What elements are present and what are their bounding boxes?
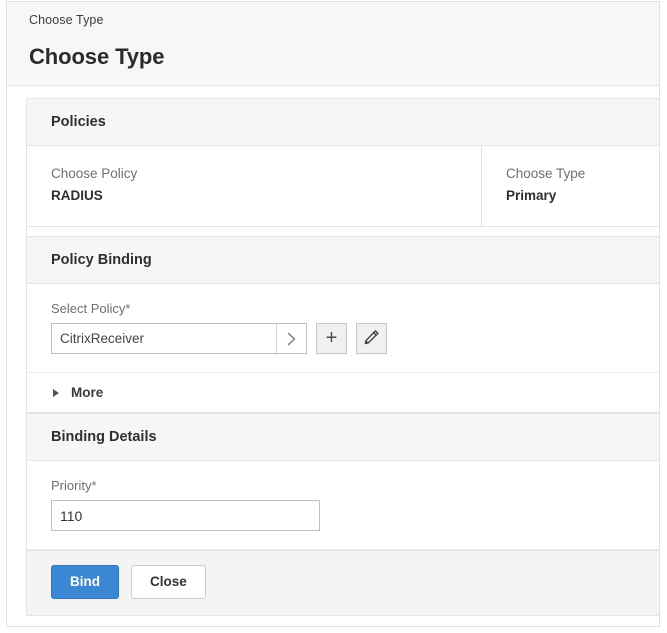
policies-section-header: Policies	[27, 98, 659, 146]
priority-input[interactable]	[51, 500, 320, 531]
select-policy-label: Select Policy*	[51, 301, 131, 316]
choose-type-cell: Choose Type Primary	[482, 146, 659, 226]
caret-right-icon	[53, 388, 59, 397]
edit-policy-button[interactable]	[356, 323, 387, 354]
breadcrumb: Choose Type	[29, 13, 104, 27]
policies-summary-row: Choose Policy RADIUS Choose Type Primary	[27, 146, 659, 227]
chevron-right-icon[interactable]	[276, 324, 306, 353]
more-toggle[interactable]: More	[27, 373, 659, 413]
select-policy-field-block: Select Policy* +	[27, 284, 659, 373]
page-header: Choose Type Choose Type	[7, 2, 659, 86]
dialog-page-frame: Choose Type Choose Type Policies Choose …	[6, 1, 660, 627]
close-button[interactable]: Close	[131, 565, 206, 599]
select-policy-input-group	[51, 323, 307, 354]
pencil-icon	[363, 329, 380, 349]
priority-field-block: Priority*	[27, 461, 659, 550]
bind-button[interactable]: Bind	[51, 565, 119, 599]
add-policy-button[interactable]: +	[316, 323, 347, 354]
section-divider	[27, 227, 659, 236]
more-label: More	[71, 385, 104, 400]
select-policy-input-row: +	[51, 323, 659, 354]
priority-label: Priority*	[51, 478, 97, 493]
policy-binding-section-header: Policy Binding	[27, 236, 659, 284]
configuration-card: Policies Choose Policy RADIUS Choose Typ…	[26, 98, 659, 616]
choose-policy-value: RADIUS	[51, 188, 103, 203]
choose-policy-label: Choose Policy	[51, 166, 138, 181]
choose-type-value: Primary	[506, 188, 557, 203]
dialog-action-bar: Bind Close	[27, 550, 659, 615]
binding-details-section-header: Binding Details	[27, 413, 659, 461]
choose-type-label: Choose Type	[506, 166, 586, 181]
page-title: Choose Type	[29, 44, 165, 69]
choose-policy-cell: Choose Policy RADIUS	[27, 146, 482, 226]
select-policy-input[interactable]	[52, 324, 276, 353]
dialog-content: Policies Choose Policy RADIUS Choose Typ…	[7, 86, 659, 626]
plus-icon: +	[325, 326, 338, 349]
